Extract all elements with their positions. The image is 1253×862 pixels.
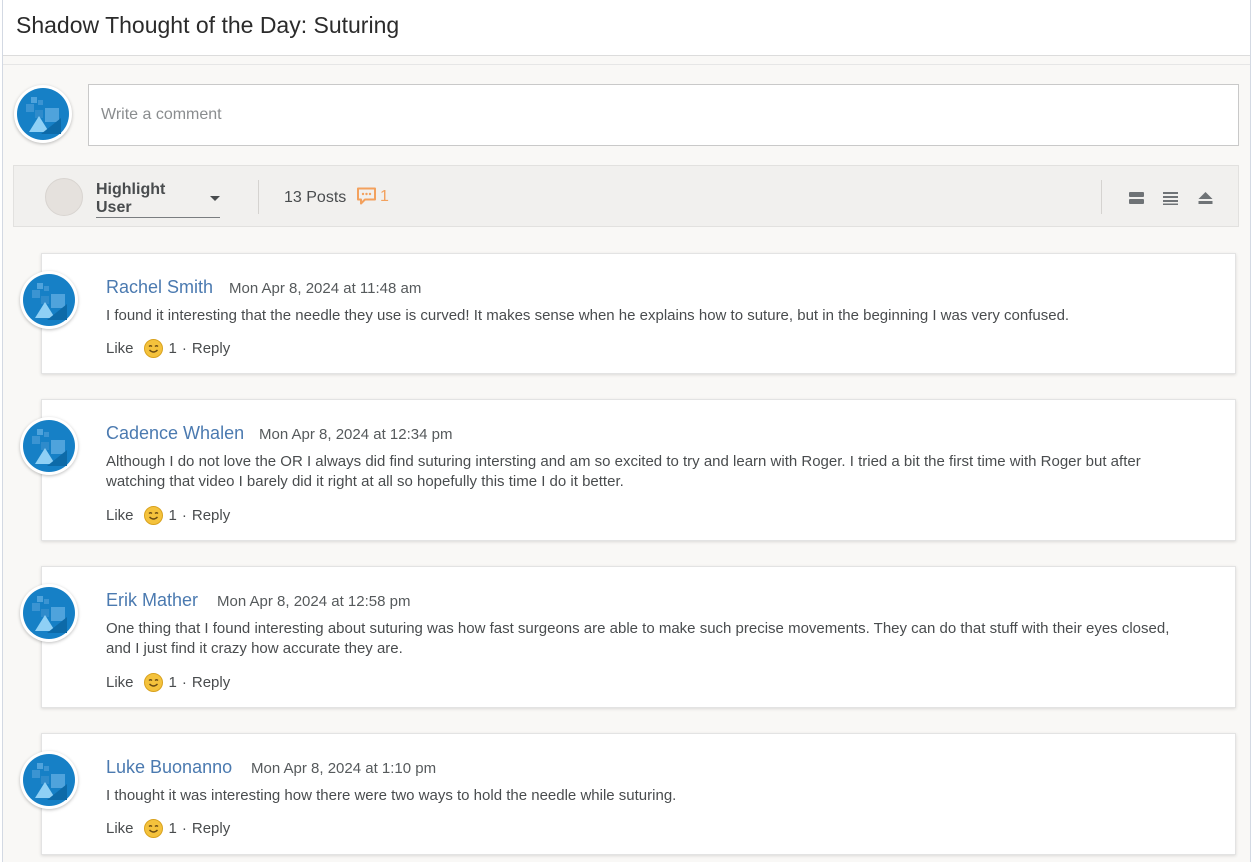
action-separator: · <box>181 674 187 691</box>
post-author[interactable]: Luke Buonanno <box>106 757 232 778</box>
smile-emoji-icon[interactable] <box>143 339 163 358</box>
author-avatar[interactable] <box>20 417 78 475</box>
reply-button[interactable]: Reply <box>192 674 230 691</box>
unread-posts-indicator[interactable]: 1 <box>356 187 389 206</box>
post-date: Mon Apr 8, 2024 at 1:10 pm <box>251 760 437 777</box>
user-avatar-icon <box>23 587 75 639</box>
title-bar: Shadow Thought of the Day: Suturing <box>3 0 1250 56</box>
action-separator: · <box>181 820 187 837</box>
highlight-user-avatar <box>45 178 83 216</box>
reply-button[interactable]: Reply <box>192 507 230 524</box>
reply-button[interactable]: Reply <box>192 340 230 357</box>
smile-emoji-icon[interactable] <box>143 506 163 525</box>
user-avatar-icon <box>17 88 69 140</box>
chevron-down-icon <box>210 196 220 201</box>
author-avatar[interactable] <box>20 271 78 329</box>
action-separator: · <box>181 507 187 524</box>
post-author[interactable]: Erik Mather <box>106 590 198 611</box>
posts-count: 13 Posts <box>284 189 347 206</box>
post-body: I thought it was interesting how there w… <box>106 787 677 804</box>
post-date: Mon Apr 8, 2024 at 12:34 pm <box>259 426 453 443</box>
like-button[interactable]: Like <box>106 340 134 357</box>
discussion-post: Rachel Smith Mon Apr 8, 2024 at 11:48 am… <box>20 253 1236 374</box>
post-actions: Like 1 · Reply <box>106 673 230 692</box>
post-actions: Like 1 · Reply <box>106 819 230 838</box>
discussion-post: Cadence Whalen Mon Apr 8, 2024 at 12:34 … <box>20 399 1236 541</box>
reaction-count[interactable]: 1 <box>169 507 177 524</box>
toolbar-divider <box>1101 180 1102 214</box>
like-button[interactable]: Like <box>106 820 134 837</box>
user-avatar-icon <box>23 274 75 326</box>
post-body: One thing that I found interesting about… <box>106 620 1170 657</box>
reaction-count[interactable]: 1 <box>169 674 177 691</box>
collapse-view-button[interactable] <box>1195 188 1215 208</box>
post-body: I found it interesting that the needle t… <box>106 307 1070 324</box>
speech-bubble-icon <box>357 187 376 205</box>
like-button[interactable]: Like <box>106 674 134 691</box>
smile-emoji-icon[interactable] <box>143 819 163 838</box>
comment-input[interactable] <box>88 84 1239 146</box>
collapse-view-icon <box>1198 192 1212 204</box>
action-separator: · <box>181 340 187 357</box>
condensed-view-icon <box>1128 192 1144 204</box>
discussion-toolbar: Highlight User 13 Posts 1 <box>13 165 1239 227</box>
discussion-post: Luke Buonanno Mon Apr 8, 2024 at 1:10 pm… <box>20 733 1236 855</box>
post-actions: Like 1 · Reply <box>106 339 230 358</box>
discussion-post: Erik Mather Mon Apr 8, 2024 at 12:58 pm … <box>20 566 1236 708</box>
post-date: Mon Apr 8, 2024 at 12:58 pm <box>217 593 411 610</box>
reaction-count[interactable]: 1 <box>169 820 177 837</box>
user-avatar-icon <box>23 754 75 806</box>
list-view-button[interactable] <box>1160 188 1180 208</box>
list-view-icon <box>1162 192 1178 205</box>
condensed-view-button[interactable] <box>1126 188 1146 208</box>
user-avatar-icon <box>23 420 75 472</box>
reaction-count[interactable]: 1 <box>169 340 177 357</box>
post-body: Although I do not love the OR I always d… <box>106 453 1141 490</box>
unread-count: 1 <box>380 187 389 205</box>
post-date: Mon Apr 8, 2024 at 11:48 am <box>229 280 422 297</box>
like-button[interactable]: Like <box>106 507 134 524</box>
title-divider <box>3 64 1250 65</box>
reply-button[interactable]: Reply <box>192 820 230 837</box>
highlight-user-label: Highlight User <box>96 180 166 216</box>
post-actions: Like 1 · Reply <box>106 506 230 525</box>
smile-emoji-icon[interactable] <box>143 673 163 692</box>
highlight-user-dropdown[interactable]: Highlight User <box>96 181 220 218</box>
author-avatar[interactable] <box>20 751 78 809</box>
discussion-frame: Shadow Thought of the Day: Suturing High… <box>2 0 1251 862</box>
toolbar-divider <box>258 180 259 214</box>
post-author[interactable]: Rachel Smith <box>106 277 213 298</box>
author-avatar[interactable] <box>20 584 78 642</box>
page-title: Shadow Thought of the Day: Suturing <box>16 12 400 38</box>
current-user-avatar <box>14 85 72 143</box>
post-author[interactable]: Cadence Whalen <box>106 423 244 444</box>
